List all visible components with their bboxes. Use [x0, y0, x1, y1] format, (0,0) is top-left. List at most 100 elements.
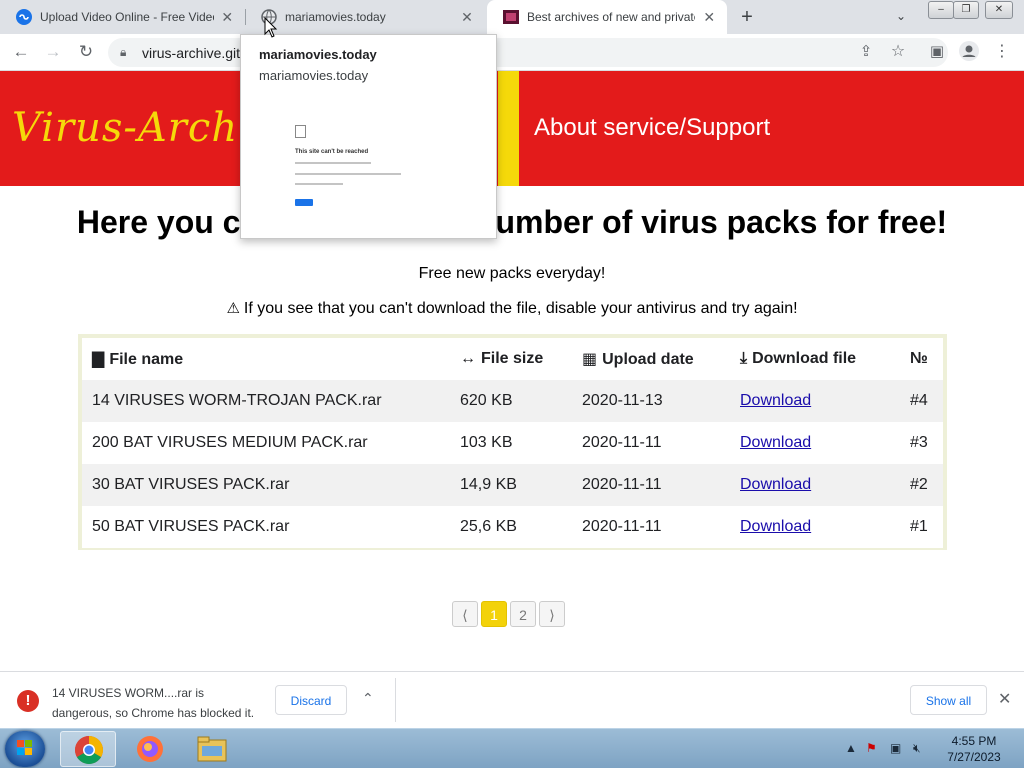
thumbnail-text-line	[295, 162, 371, 164]
download-link[interactable]: Download	[740, 392, 811, 409]
system-clock[interactable]: 4:55 PM 7/27/2023	[934, 733, 1014, 765]
start-button[interactable]	[5, 731, 45, 767]
virus-packs-table: ▇ File name ↔ File size ▦ Upload date ⤓ Down…	[78, 334, 947, 550]
download-link[interactable]: Download	[740, 476, 811, 493]
number-cell: #4	[900, 380, 943, 422]
clock-time: 4:55 PM	[951, 734, 997, 748]
next-page-button[interactable]: ⟩	[539, 601, 565, 627]
page-1-button[interactable]: 1	[481, 601, 507, 627]
download-warning-text: 14 VIRUSES WORM....rar is dangerous, so …	[52, 683, 272, 723]
file-icon: ▇	[92, 351, 105, 368]
close-tab-icon[interactable]: ✕	[701, 9, 717, 26]
tab-mariamovies[interactable]: mariamovies.today ✕	[245, 0, 485, 34]
discard-button[interactable]: Discard	[275, 685, 347, 715]
chevron-down-icon[interactable]: ⌄	[896, 9, 906, 23]
url-text: virus-archive.git	[142, 45, 241, 61]
table-row: 200 BAT VIRUSES MEDIUM PACK.rar 103 KB 2…	[82, 422, 943, 464]
site-logo[interactable]: Virus-Arch	[12, 105, 238, 151]
column-upload-date: ▦ Upload date	[572, 338, 730, 380]
download-cell: Download	[730, 506, 900, 548]
warning-triangle-icon: ⚠	[226, 300, 240, 317]
close-tab-icon[interactable]: ✕	[459, 9, 475, 26]
page-subtitle: Free new packs everyday!	[418, 265, 606, 282]
thumbnail-reload-button	[295, 199, 313, 206]
tab-title: Upload Video Online - Free Video	[40, 10, 214, 24]
menu-dots-icon[interactable]: ⋮	[991, 41, 1013, 63]
show-hidden-icons-icon[interactable]: ▲	[845, 741, 857, 755]
upload-date-cell: 2020-11-13	[572, 380, 730, 422]
share-icon[interactable]: ⇪	[855, 41, 877, 63]
tab-title: Best archives of new and private	[527, 10, 696, 24]
bookmark-star-icon[interactable]: ☆	[887, 41, 909, 63]
close-icon[interactable]: ✕	[998, 689, 1011, 709]
sad-document-icon	[295, 125, 306, 138]
taskbar-firefox[interactable]	[122, 731, 178, 767]
folder-icon	[197, 736, 227, 762]
column-download-file: ⤓ Download file	[730, 338, 900, 380]
new-tab-button[interactable]: +	[736, 6, 758, 28]
download-icon: ⤓	[740, 350, 748, 367]
tab-upload-video[interactable]: Upload Video Online - Free Video ✕	[0, 0, 245, 34]
action-center-flag-icon[interactable]: ⚑	[866, 741, 877, 755]
nav-active-indicator	[498, 71, 519, 186]
table-row: 30 BAT VIRUSES PACK.rar 14,9 KB 2020-11-…	[82, 464, 943, 506]
file-size-cell: 14,9 KB	[450, 464, 572, 506]
tab-hover-card: mariamovies.today mariamovies.today This…	[240, 34, 497, 239]
previous-page-button[interactable]: ⟨	[452, 601, 478, 627]
file-name-cell: 200 BAT VIRUSES MEDIUM PACK.rar	[82, 422, 450, 464]
nav-item-about[interactable]: About service/Support	[534, 114, 770, 142]
chevron-up-icon[interactable]: ⌃	[362, 690, 374, 707]
restore-button[interactable]: ❐	[953, 1, 979, 19]
show-all-button[interactable]: Show all	[910, 685, 987, 715]
tab-strip: Upload Video Online - Free Video ✕ maria…	[0, 0, 1024, 34]
close-window-button[interactable]: ✕	[985, 1, 1013, 19]
pagination: ⟨ 1 2 ⟩	[452, 601, 565, 628]
volume-muted-icon[interactable]: 🔇︎	[913, 741, 921, 756]
site-header: Virus-Arch e About service/Support	[0, 71, 1024, 186]
download-link[interactable]: Download	[740, 434, 811, 451]
download-warning-line1: 14 VIRUSES WORM....rar is	[52, 686, 205, 700]
divider	[395, 678, 396, 722]
thumbnail-text-line	[295, 173, 401, 175]
clock-date: 7/27/2023	[947, 750, 1001, 764]
close-tab-icon[interactable]: ✕	[220, 9, 236, 26]
address-bar[interactable]: 🔒︎ virus-archive.git	[108, 38, 948, 67]
antivirus-warning: ⚠ If you see that you can't download the …	[0, 299, 1024, 318]
hover-card-domain: mariamovies.today	[259, 68, 369, 83]
tab-best-archives[interactable]: Best archives of new and private ✕	[487, 0, 727, 34]
horizontal-arrows-icon: ↔	[460, 350, 476, 367]
calendar-icon: ▦	[582, 351, 598, 368]
upload-date-cell: 2020-11-11	[572, 506, 730, 548]
error-icon: !	[17, 690, 39, 712]
back-arrow-icon[interactable]: ←	[10, 41, 32, 63]
windows-taskbar: ▲ ⚑ ▣ 🔇︎ 4:55 PM 7/27/2023	[0, 728, 1024, 768]
column-file-name: ▇ File name	[82, 338, 450, 380]
file-size-cell: 620 KB	[450, 380, 572, 422]
number-cell: #1	[900, 506, 943, 548]
minimize-button[interactable]: –	[928, 1, 954, 19]
lock-icon[interactable]: 🔒︎	[120, 45, 126, 60]
film-icon	[503, 9, 519, 25]
download-link[interactable]: Download	[740, 518, 811, 535]
page-2-button[interactable]: 2	[510, 601, 536, 627]
download-cell: Download	[730, 380, 900, 422]
profile-avatar-icon[interactable]	[958, 41, 980, 63]
headline-end: umber of virus packs for free!	[495, 204, 948, 240]
forward-arrow-icon[interactable]: →	[42, 41, 64, 63]
download-warning-line2: dangerous, so Chrome has blocked it.	[52, 706, 255, 720]
taskbar-explorer[interactable]	[184, 731, 240, 767]
taskbar-chrome[interactable]	[60, 731, 116, 767]
headline-start: Here you c	[76, 204, 241, 240]
file-name-cell: 14 VIRUSES WORM-TROJAN PACK.rar	[82, 380, 450, 422]
hover-card-title: mariamovies.today	[259, 47, 377, 62]
page-headline: Here you c umber of virus packs for free!	[0, 204, 1024, 241]
number-cell: #2	[900, 464, 943, 506]
file-size-cell: 103 KB	[450, 422, 572, 464]
network-icon[interactable]: ▣	[890, 741, 901, 755]
column-number: №	[900, 338, 943, 380]
windows-logo-icon	[17, 740, 32, 755]
reload-icon[interactable]: ↻	[75, 41, 97, 63]
file-name-cell: 50 BAT VIRUSES PACK.rar	[82, 506, 450, 548]
side-panel-icon[interactable]: ▣	[926, 41, 948, 63]
number-cell: #3	[900, 422, 943, 464]
